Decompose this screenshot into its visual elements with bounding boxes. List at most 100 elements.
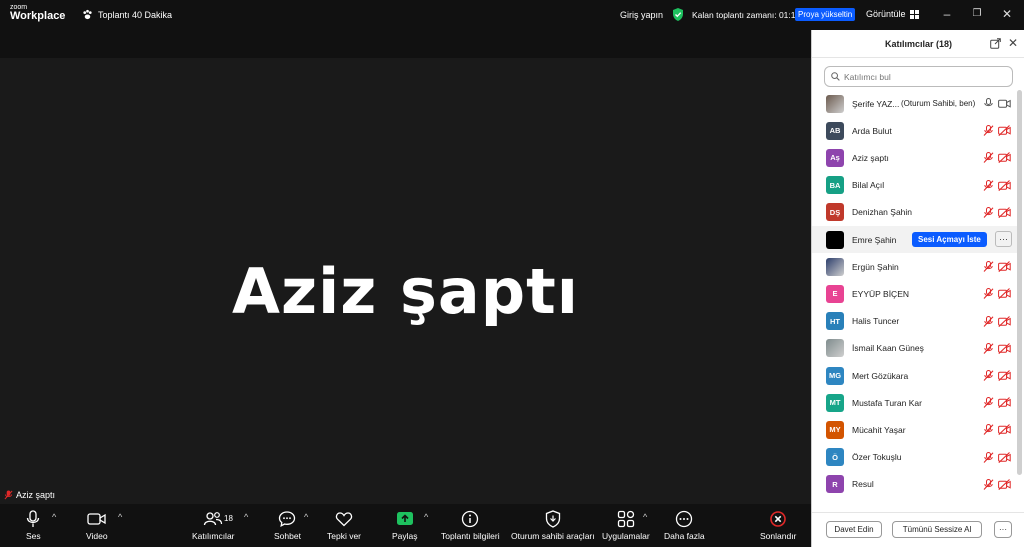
mic-muted-icon — [983, 451, 994, 463]
participant-row[interactable]: Ergün Şahin — [812, 253, 1018, 280]
participant-row[interactable]: R Resul — [812, 471, 1018, 498]
mic-muted-icon — [983, 397, 994, 409]
participant-row[interactable]: Aş Aziz şaptı — [812, 144, 1018, 171]
mic-muted-icon — [4, 490, 13, 500]
panel-more-button[interactable]: ··· — [994, 521, 1012, 538]
mic-muted-icon — [983, 424, 994, 436]
mute-all-button[interactable]: Tümünü Sessize Al — [892, 521, 982, 538]
view-button[interactable]: Görüntüle — [866, 9, 919, 19]
react-button[interactable]: Tepki ver — [327, 510, 361, 541]
camera-off-icon — [998, 261, 1011, 273]
minimize-icon[interactable]: – — [940, 7, 954, 21]
chat-label: Sohbet — [274, 531, 301, 541]
meeting-info-button[interactable]: Toplantı bilgileri — [441, 510, 500, 541]
apps-options-chevron-icon[interactable]: ^ — [643, 512, 647, 522]
participant-row[interactable]: DŞ Denizhan Şahin — [812, 199, 1018, 226]
camera-off-icon — [998, 152, 1011, 164]
participant-row[interactable]: Emre Şahin Sesi Açmayı İste ··· — [812, 226, 1018, 253]
camera-icon — [87, 513, 106, 525]
host-tools-button[interactable]: Oturum sahibi araçları — [511, 510, 595, 541]
view-label: Görüntüle — [866, 9, 906, 19]
participant-avatar: HT — [826, 312, 844, 331]
participant-more-button[interactable]: ··· — [995, 231, 1012, 247]
participant-row[interactable]: Şerife YAZ... (Oturum Sahibi, ben) — [812, 90, 1018, 117]
participant-row[interactable]: İsmail Kaan Güneş — [812, 335, 1018, 362]
video-button[interactable]: Video — [86, 510, 108, 541]
end-meeting-label: Sonlandır — [760, 531, 797, 541]
camera-icon — [998, 99, 1011, 108]
close-window-icon[interactable]: ✕ — [1000, 7, 1014, 21]
mic-muted-icon — [983, 370, 994, 381]
mic-muted-icon — [983, 315, 994, 327]
mic-muted-icon — [983, 206, 994, 218]
participant-status-icons — [983, 288, 1011, 300]
participant-status-icons — [983, 179, 1011, 191]
meeting-title[interactable]: Toplantı 40 Dakika — [82, 9, 172, 20]
participant-status-icons — [983, 478, 1011, 490]
participant-list: Şerife YAZ... (Oturum Sahibi, ben) AB Arda … — [812, 90, 1018, 510]
mic-muted-icon — [983, 125, 994, 137]
participant-role-tag: (Oturum Sahibi, ben) — [901, 99, 976, 108]
participants-icon — [204, 512, 223, 526]
participant-row[interactable]: HT Halis Tuncer — [812, 308, 1018, 335]
participant-photo-avatar — [826, 257, 844, 276]
participants-count: 18 — [224, 514, 233, 523]
participant-name: Şerife YAZ... — [852, 98, 900, 109]
audio-options-chevron-icon[interactable]: ^ — [52, 512, 56, 522]
upgrade-button[interactable]: Proya yükseltin — [795, 8, 856, 21]
more-button[interactable]: Daha fazla — [664, 510, 705, 541]
paw-icon — [83, 9, 92, 20]
participant-avatar: MY — [826, 420, 844, 439]
participant-search[interactable] — [824, 66, 1013, 87]
popout-icon[interactable] — [990, 38, 1001, 49]
video-options-chevron-icon[interactable]: ^ — [118, 512, 122, 522]
participant-row[interactable]: MG Mert Gözükara — [812, 362, 1018, 389]
close-panel-icon[interactable]: ✕ — [1008, 36, 1018, 50]
speaker-name-tag: Aziz şaptı — [4, 490, 55, 500]
participant-row[interactable]: Ö Özer Tokuşlu — [812, 444, 1018, 471]
zoom-logo: zoom Workplace — [10, 4, 65, 22]
restore-icon[interactable]: ❐ — [970, 7, 984, 21]
video-label: Video — [86, 531, 108, 541]
signin-link[interactable]: Giriş yapın — [620, 10, 663, 20]
search-input[interactable] — [844, 71, 1004, 82]
search-icon — [831, 72, 840, 81]
participant-row[interactable]: MT Mustafa Turan Kar — [812, 389, 1018, 416]
participant-status-icons — [983, 451, 1011, 463]
mic-muted-icon — [983, 179, 994, 191]
participant-avatar: Aş — [826, 148, 844, 167]
participant-avatar: BA — [826, 176, 844, 195]
share-button[interactable]: Paylaş — [392, 510, 418, 541]
shield-check-icon[interactable] — [672, 8, 684, 21]
camera-off-icon — [998, 370, 1011, 381]
participant-avatar: MG — [826, 366, 844, 385]
active-speaker-name: Aziz şaptı — [231, 255, 579, 328]
end-meeting-button[interactable]: Sonlandır — [760, 510, 796, 541]
end-x-icon — [770, 511, 786, 527]
participant-list-scrollbar[interactable] — [1017, 90, 1022, 475]
participant-row[interactable]: MY Mücahit Yaşar — [812, 416, 1018, 443]
participant-status-icons — [983, 342, 1011, 354]
logo-workplace-text: Workplace — [10, 10, 66, 22]
participant-row[interactable]: E EYYÜP BİÇEN — [812, 280, 1018, 307]
chat-options-chevron-icon[interactable]: ^ — [304, 512, 308, 522]
participant-row[interactable]: AB Arda Bulut — [812, 117, 1018, 144]
participants-options-chevron-icon[interactable]: ^ — [244, 512, 248, 522]
ask-to-unmute-button[interactable]: Sesi Açmayı İste — [912, 232, 987, 247]
participants-panel-footer: Davet Edin Tümünü Sessize Al ··· — [812, 512, 1024, 547]
participant-name: Ergün Şahin — [852, 261, 899, 272]
share-options-chevron-icon[interactable]: ^ — [424, 512, 428, 522]
chat-button[interactable]: Sohbet — [274, 510, 301, 541]
shield-icon — [545, 510, 560, 528]
info-icon — [462, 510, 479, 528]
audio-button[interactable]: Ses — [26, 510, 41, 541]
participant-row[interactable]: BA Bilal Açıl — [812, 172, 1018, 199]
mic-icon — [984, 98, 993, 107]
invite-button[interactable]: Davet Edin — [826, 521, 882, 538]
speaker-name-tag-text: Aziz şaptı — [16, 490, 56, 500]
participant-status-icons — [983, 424, 1011, 436]
chat-icon — [279, 511, 296, 528]
title-bar: zoom Workplace Toplantı 40 Dakika Giriş … — [0, 0, 1024, 30]
participant-name: Denizhan Şahin — [852, 207, 913, 218]
camera-off-icon — [998, 451, 1011, 463]
